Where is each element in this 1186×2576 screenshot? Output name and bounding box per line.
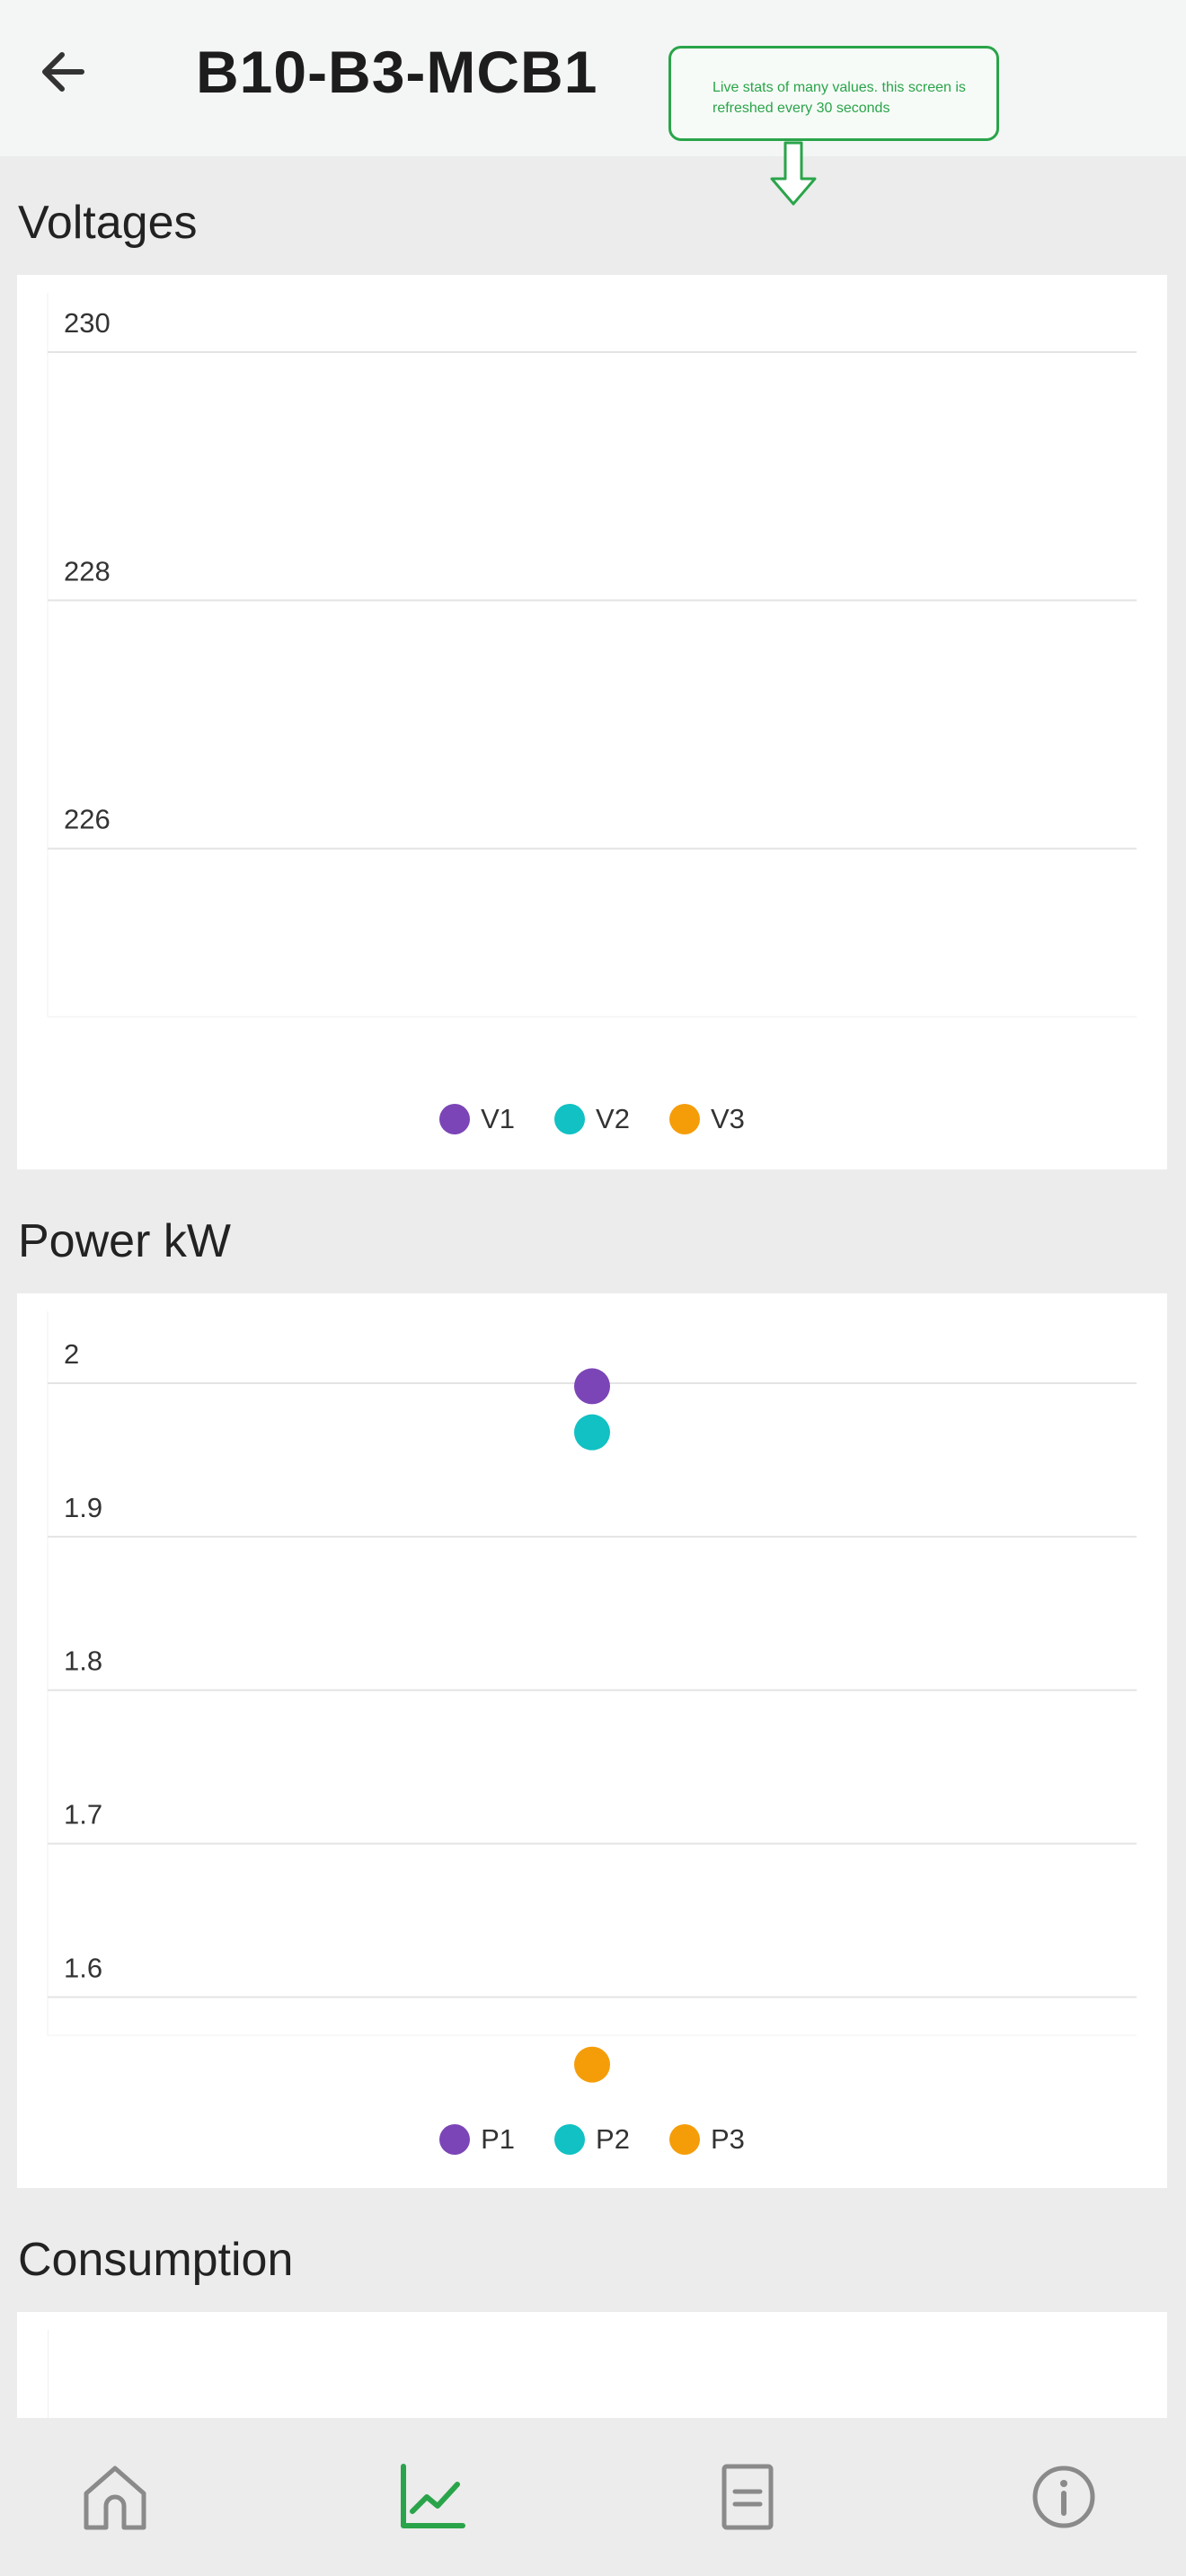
data-point-p3[interactable] [574, 2046, 610, 2083]
power-section-title: Power kW [18, 1215, 231, 1267]
legend-swatch-v3 [668, 1104, 700, 1134]
legend-swatch-p1 [439, 2124, 471, 2155]
legend-label-p3: P3 [710, 2123, 745, 2155]
power-chart: 2 1.9 1.8 1.7 1.6 [47, 1311, 1137, 2083]
legend-item-v2[interactable]: V2 [554, 1103, 630, 1135]
legend-swatch-v1 [439, 1104, 471, 1134]
y-tick-label: 230 [64, 307, 111, 339]
data-point-p1[interactable] [574, 1368, 610, 1405]
info-icon [1032, 2466, 1095, 2528]
legend-swatch-p3 [668, 2124, 700, 2155]
legend-label-v2: V2 [596, 1103, 630, 1134]
y-tick-label: 228 [64, 555, 111, 587]
document-icon [721, 2464, 774, 2530]
legend-item-v3[interactable]: V3 [668, 1103, 745, 1135]
app-bar: B10-B3-MCB1 [0, 0, 1186, 156]
legend-item-p2[interactable]: P2 [554, 2123, 630, 2156]
bottom-navigation [0, 2418, 1186, 2576]
legend-item-p3[interactable]: P3 [668, 2123, 745, 2156]
legend-label-p1: P1 [481, 2123, 516, 2155]
legend-item-v1[interactable]: V1 [439, 1103, 515, 1135]
legend-label-v1: V1 [481, 1103, 516, 1134]
consumption-section-title: Consumption [18, 2234, 294, 2286]
back-button[interactable] [27, 36, 99, 108]
nav-info[interactable] [1010, 2443, 1118, 2551]
legend-label-p2: P2 [596, 2123, 630, 2155]
line-chart-icon [401, 2464, 465, 2528]
annotation-callout: Live stats of many values. this screen i… [668, 46, 999, 141]
legend-item-p1[interactable]: P1 [439, 2123, 515, 2156]
consumption-chart-card [17, 2312, 1167, 2418]
y-tick-label: 1.7 [64, 1799, 102, 1831]
legend-swatch-p2 [554, 2124, 586, 2155]
nav-home[interactable] [61, 2443, 169, 2551]
nav-charts[interactable] [378, 2443, 486, 2551]
voltages-chart: 230 228 226 [47, 293, 1137, 1018]
y-tick-label: 1.6 [64, 1952, 102, 1983]
voltages-chart-card: 230 228 226 V1 V2 V3 [17, 275, 1167, 1169]
y-tick-label: 226 [64, 804, 111, 835]
consumption-chart-area [48, 2330, 1154, 2418]
y-tick-label: 1.8 [64, 1645, 102, 1677]
power-chart-card: 2 1.9 1.8 1.7 1.6 P1 P2 P3 [17, 1293, 1167, 2188]
voltages-section-title: Voltages [18, 197, 198, 249]
arrow-left-icon [42, 52, 84, 92]
down-arrow-icon [770, 141, 817, 206]
home-icon [84, 2466, 146, 2530]
nav-reports[interactable] [694, 2443, 801, 2551]
power-legend: P1 P2 P3 [17, 2123, 1167, 2156]
y-tick-label: 2 [64, 1338, 79, 1370]
legend-label-v3: V3 [710, 1103, 745, 1134]
annotation-text: Live stats of many values. this screen i… [712, 80, 966, 116]
page-title: B10-B3-MCB1 [196, 39, 598, 105]
legend-swatch-v2 [554, 1104, 586, 1134]
y-tick-label: 1.9 [64, 1492, 102, 1523]
data-point-p2[interactable] [574, 1414, 610, 1451]
voltages-legend: V1 V2 V3 [17, 1103, 1167, 1135]
